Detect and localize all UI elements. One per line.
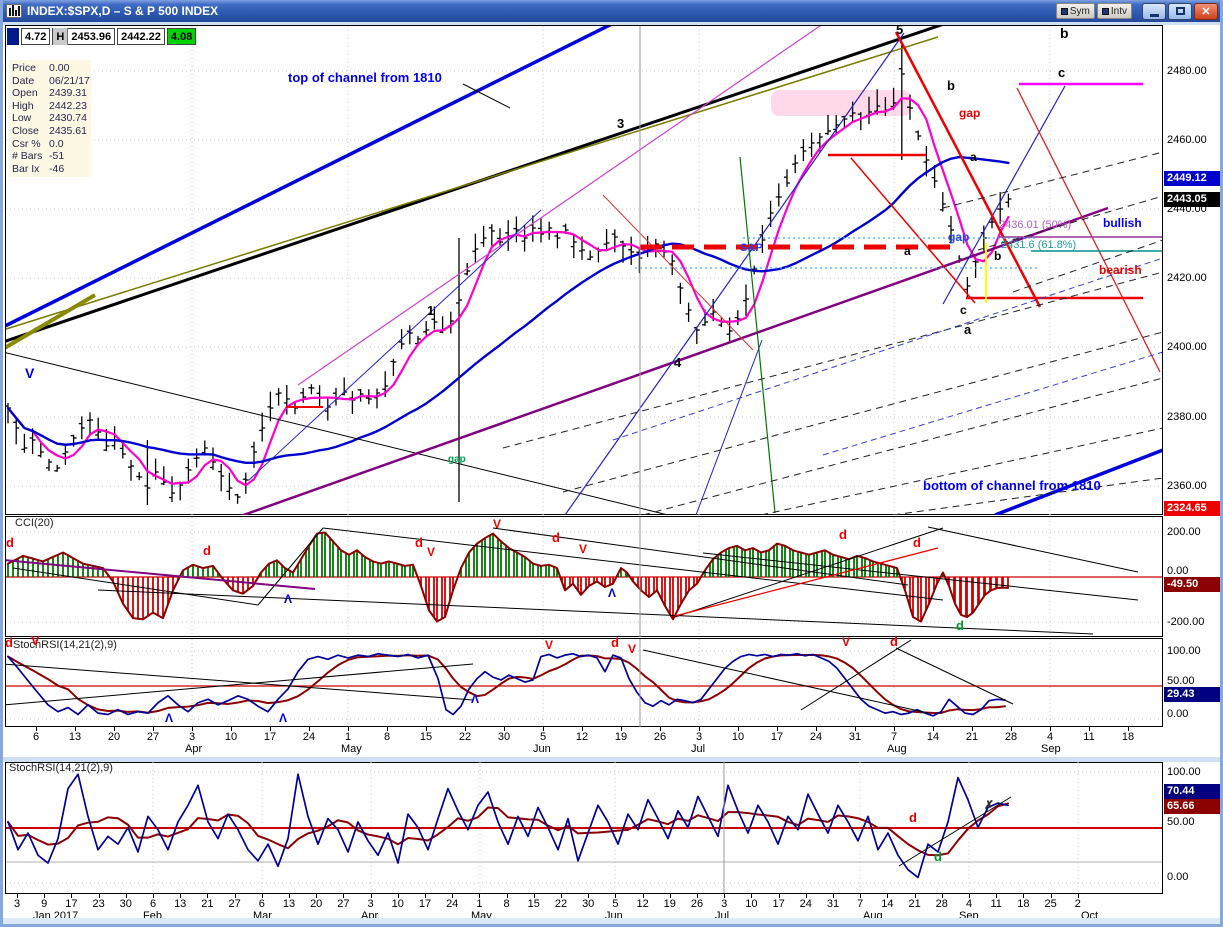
price-axis-label: 0.00 <box>1167 708 1189 720</box>
annotation-line <box>12 567 259 606</box>
cursor-data-row: Price 0.00 <box>12 62 91 75</box>
price-badge: 65.66 <box>1164 799 1220 814</box>
annotation-line <box>942 85 1066 305</box>
price-badge: 2324.65 <box>1164 501 1220 516</box>
annotation-line <box>297 26 821 386</box>
price-axis-label: 0.00 <box>1167 565 1189 577</box>
price-axis-label: 2380.00 <box>1167 411 1207 423</box>
cursor-data-value: 0.00 <box>49 62 70 74</box>
annotation-line <box>248 209 542 481</box>
stochrsi1-fast-line <box>7 652 1006 717</box>
cursor-data-label: High <box>12 99 34 112</box>
price-axis-label: 2460.00 <box>1167 134 1207 146</box>
annotation-line <box>850 157 976 304</box>
cursor-data-label: Close <box>12 124 39 137</box>
price-axis-label: 50.00 <box>1167 816 1195 828</box>
cursor-data-label: Open <box>12 87 38 100</box>
cursor-data-row: Open 2439.31 <box>12 87 91 100</box>
cursor-data-row: Csr % 0.0 <box>12 138 91 151</box>
price-badge: -49.50 <box>1164 577 1220 592</box>
cursor-data-row: Close 2435.61 <box>12 125 91 138</box>
annotation-line <box>602 194 754 351</box>
quote-low-chip <box>7 28 19 45</box>
price-badge: 2449.12 <box>1164 171 1220 186</box>
quote-high-chip: H 2453.96 <box>52 28 116 45</box>
annotation-line <box>1012 239 1162 293</box>
price-axis-label: 200.00 <box>1167 526 1201 538</box>
quote-last-value: 2442.22 <box>117 28 165 45</box>
annotation-line <box>674 527 944 618</box>
cursor-data-label: Price <box>12 62 36 74</box>
quote-low-value: 4.72 <box>21 28 51 45</box>
chart-canvas <box>6 26 1162 893</box>
cursor-data-row: Bar Ix -46 <box>12 163 91 176</box>
quote-high-label: H <box>53 28 69 45</box>
annotation-line <box>898 796 1012 867</box>
annotation-line <box>562 331 1162 493</box>
annotation-line <box>994 448 1162 515</box>
price-axis-label: 2360.00 <box>1167 480 1207 492</box>
price-axis-label: 50.00 <box>1167 675 1195 687</box>
annotation-line <box>502 271 1162 449</box>
cursor-data-label: Csr % <box>12 137 41 150</box>
annotation-line <box>642 649 929 714</box>
quote-bar: 4.72 H 2453.96 2442.22 4.08 <box>7 28 198 45</box>
cursor-data-value: -46 <box>49 162 65 175</box>
price-axis-label: 0.00 <box>1167 871 1189 883</box>
cursor-data-label: Low <box>12 112 32 125</box>
price-axis-label: 100.00 <box>1167 645 1201 657</box>
highlight-blob <box>771 90 911 116</box>
chart-window: INDEX:$SPX,D – S & P 500 INDEX Sym Intv … <box>0 0 1223 927</box>
cursor-data-row: Date 06/21/17 <box>12 75 91 88</box>
price-axis-label: 2420.00 <box>1167 272 1207 284</box>
cursor-data-value: 2435.61 <box>49 124 87 137</box>
annotation-line <box>927 526 1139 573</box>
price-badge: 29.43 <box>1164 687 1220 702</box>
annotation-line <box>6 26 612 328</box>
annotation-line <box>642 377 1162 515</box>
annotation-line <box>892 477 1162 515</box>
annotation-line <box>695 339 763 515</box>
quote-change-value: 4.08 <box>166 28 197 45</box>
annotation-line <box>322 527 944 601</box>
cursor-data-value: 06/21/17 <box>49 74 90 87</box>
cursor-data-panel: Price 0.00 Date 06/21/17 Open 2439.31 High 2442… <box>9 60 91 178</box>
annotation-line <box>895 647 1014 705</box>
annotation-line <box>564 32 905 515</box>
cursor-data-value: -51 <box>49 150 65 163</box>
cursor-data-row: # Bars -51 <box>12 150 91 163</box>
cursor-data-value: 0.0 <box>49 137 64 150</box>
cursor-data-row: Low 2430.74 <box>12 112 91 125</box>
cursor-data-value: 2430.74 <box>49 112 87 125</box>
magenta-moving-average <box>6 97 1010 487</box>
price-axis-label: -200.00 <box>1167 616 1205 628</box>
annotation-line <box>822 351 1162 456</box>
price-axis-label: 2480.00 <box>1167 65 1207 77</box>
cursor-data-row: High 2442.23 <box>12 100 91 113</box>
cursor-data-label: # Bars <box>12 150 43 163</box>
price-badge: 70.44 <box>1164 784 1220 799</box>
price-badge: 2443.05 <box>1164 192 1220 207</box>
price-axis-label: 100.00 <box>1167 766 1201 778</box>
price-axis-label: 2400.00 <box>1167 341 1207 353</box>
annotation-line <box>1016 87 1161 373</box>
annotation-line <box>6 663 474 706</box>
annotation-line <box>97 589 1094 635</box>
annotation-line <box>739 156 776 514</box>
cursor-data-value: 2439.31 <box>49 87 87 100</box>
cursor-data-label: Date <box>12 74 35 87</box>
cursor-data-value: 2442.23 <box>49 99 87 112</box>
cursor-data-label: Bar Ix <box>12 162 40 175</box>
